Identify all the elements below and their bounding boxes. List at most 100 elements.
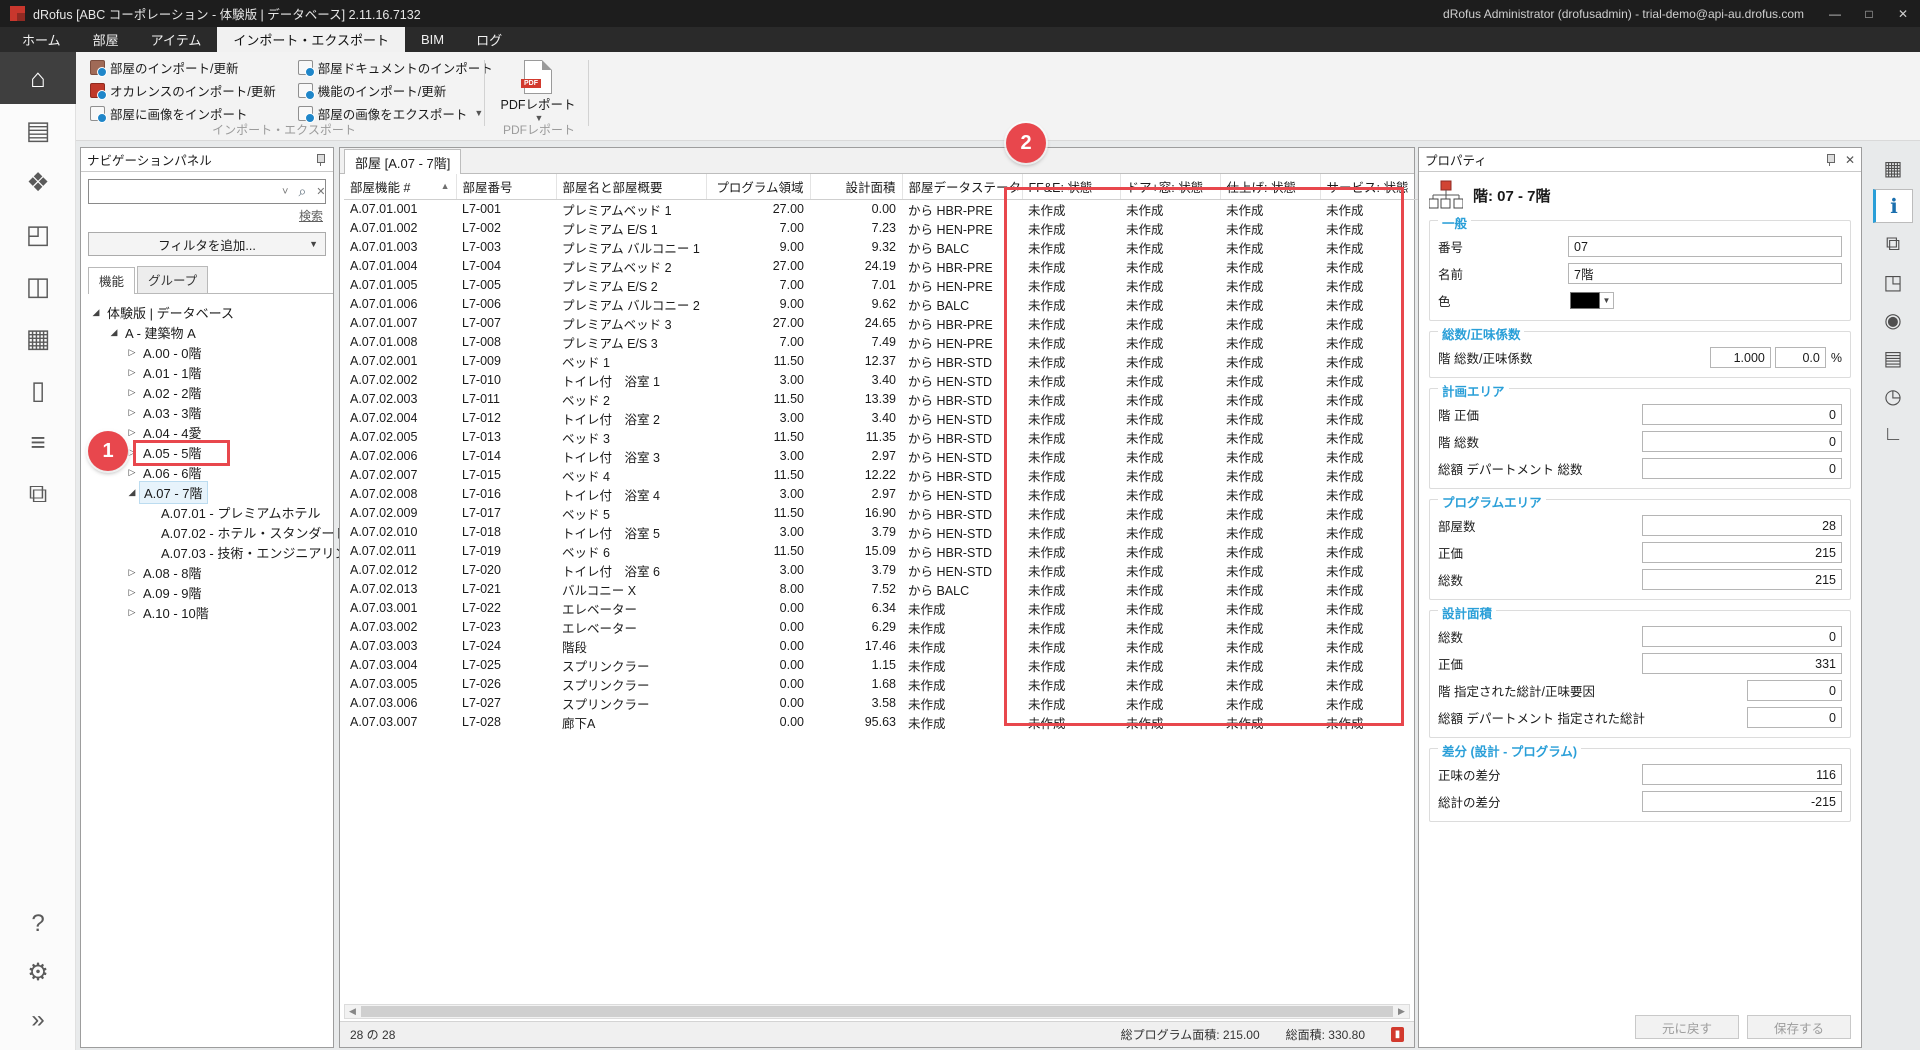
table-row[interactable]: A.07.02.010L7-018トイレ付 浴室 53.003.79から HEN… [344, 523, 1417, 542]
tree-expander-icon[interactable]: ▷ [125, 347, 139, 358]
table-row[interactable]: A.07.02.009L7-017ベッド 511.5016.90から HBR-S… [344, 504, 1417, 523]
pdf-report-button[interactable]: PDF PDFレポート ▼ [494, 58, 582, 130]
property-input[interactable]: 28 [1642, 515, 1842, 536]
menu-tab-4[interactable]: インポート・エクスポート [217, 27, 405, 52]
pin-icon[interactable] [1823, 153, 1837, 167]
scrollbar-thumb[interactable] [361, 1006, 1393, 1017]
table-row[interactable]: A.07.03.005L7-026スプリンクラー0.001.68未作成未作成未作… [344, 675, 1417, 694]
horizontal-scrollbar[interactable]: ◀ ▶ [344, 1004, 1410, 1019]
property-input[interactable]: 215 [1642, 569, 1842, 590]
property-input[interactable]: 116 [1642, 764, 1842, 785]
column-header-8[interactable]: ドア+窓: 状態 [1120, 174, 1220, 199]
tree-item[interactable]: ▷A.03 - 3階 [81, 402, 333, 422]
table-row[interactable]: A.07.03.002L7-023エレベーター0.006.29未作成未作成未作成… [344, 618, 1417, 637]
table-row[interactable]: A.07.02.003L7-011ベッド 211.5013.39から HBR-S… [344, 390, 1417, 409]
tree-expander-icon[interactable]: ◢ [89, 307, 103, 318]
menu-tab-5[interactable]: BIM [405, 27, 460, 52]
color-dropdown-icon[interactable]: ▼ [1600, 292, 1614, 309]
pin-icon[interactable] [313, 153, 327, 167]
table-row[interactable]: A.07.03.007L7-028廊下A0.0095.63未作成未作成未作成未作… [344, 713, 1417, 732]
menu-tab-3[interactable]: アイテム [135, 27, 218, 52]
table-row[interactable]: A.07.02.012L7-020トイレ付 浴室 63.003.79から HEN… [344, 561, 1417, 580]
table-row[interactable]: A.07.02.013L7-021バルコニー X8.007.52から BALC未… [344, 580, 1417, 599]
tree-item[interactable]: ▷A.09 - 9階 [81, 582, 333, 602]
column-header-10[interactable]: サービス: 状態 [1320, 174, 1417, 199]
nav-tab-2[interactable]: グループ [137, 266, 208, 293]
table-row[interactable]: A.07.01.007L7-007プレミアムベッド 327.0024.65から … [344, 314, 1417, 333]
search-icon[interactable]: ⌕ [293, 183, 311, 200]
column-header-4[interactable]: プログラム領域 [706, 174, 810, 199]
items-module-icon[interactable]: ❖ [0, 156, 76, 208]
room-document-import-button[interactable]: 部屋ドキュメントのインポート [292, 56, 499, 78]
model-cube-icon[interactable]: ◳ [1873, 265, 1913, 299]
column-header-9[interactable]: 仕上げ: 状態 [1220, 174, 1320, 199]
table-row[interactable]: A.07.01.001L7-001プレミアムベッド 127.000.00から H… [344, 199, 1417, 219]
scroll-left-icon[interactable]: ◀ [345, 1006, 360, 1017]
column-header-2[interactable]: 部屋番号 [456, 174, 556, 199]
products-module-icon[interactable]: ◰ [0, 208, 76, 260]
measure-ruler-icon[interactable]: ∟ [1873, 417, 1913, 451]
tree-item[interactable]: ▷A.10 - 10階 [81, 602, 333, 622]
copy-pages-icon[interactable]: ⧉ [1873, 227, 1913, 261]
nav-tab-1[interactable]: 機能 [88, 267, 135, 294]
clipboard-module-icon[interactable]: ▯ [0, 364, 76, 416]
table-row[interactable]: A.07.03.004L7-025スプリンクラー0.001.15未作成未作成未作… [344, 656, 1417, 675]
doors-module-icon[interactable]: ◫ [0, 260, 76, 312]
close-button[interactable]: ✕ [1886, 0, 1920, 27]
column-header-7[interactable]: FF&E: 状態 [1022, 174, 1120, 199]
systems-module-icon[interactable]: ⧉ [0, 468, 76, 520]
tree-item[interactable]: ▷A.06 - 6階 [81, 462, 333, 482]
minimize-button[interactable]: — [1818, 0, 1852, 27]
tree-expander-icon[interactable]: ▷ [125, 407, 139, 418]
add-filter-button[interactable]: フィルタを追加... ▼ [88, 232, 326, 256]
tree-expander-icon[interactable]: ▷ [125, 467, 139, 478]
close-panel-icon[interactable]: ✕ [1845, 153, 1855, 167]
tree-item[interactable]: ▷A.01 - 1階 [81, 362, 333, 382]
tree-item[interactable]: ◢体験版 | データベース [81, 302, 333, 322]
property-input[interactable]: 215 [1642, 542, 1842, 563]
table-row[interactable]: A.07.02.002L7-010トイレ付 浴室 13.003.40から HEN… [344, 371, 1417, 390]
table-row[interactable]: A.07.03.001L7-022エレベーター0.006.34未作成未作成未作成… [344, 599, 1417, 618]
property-input[interactable]: 0 [1747, 680, 1842, 701]
tree-expander-icon[interactable]: ▷ [125, 567, 139, 578]
tree-item[interactable]: ▷A.04 - 4愛 [81, 422, 333, 442]
document-icon[interactable]: ▤ [1873, 341, 1913, 375]
maximize-button[interactable]: □ [1852, 0, 1886, 27]
chevron-down-icon[interactable]: ˅ [277, 186, 293, 198]
table-edit-icon[interactable]: ▦ [1873, 151, 1913, 185]
property-input[interactable]: 0 [1642, 626, 1842, 647]
property-input[interactable]: 331 [1642, 653, 1842, 674]
room-list-tab[interactable]: 部屋 [A.07 - 7階] [344, 149, 461, 174]
info-icon[interactable]: ℹ [1873, 189, 1913, 223]
camera-icon[interactable]: ◉ [1873, 303, 1913, 337]
property-input[interactable]: 7階 [1568, 263, 1842, 284]
building-module-icon[interactable]: ▦ [0, 312, 76, 364]
clear-search-icon[interactable]: ✕ [311, 185, 330, 198]
tree-expander-icon[interactable]: ◢ [125, 487, 139, 498]
function-import-button[interactable]: 機能のインポート/更新 [292, 79, 499, 101]
status-alert-icon[interactable]: ▮ [1391, 1027, 1404, 1042]
tree-item[interactable]: A.07.03 - 技術・エンジニアリング [81, 542, 333, 562]
menu-tab-1[interactable]: ホーム [6, 27, 77, 52]
tree-item[interactable]: ▷A.02 - 2階 [81, 382, 333, 402]
save-button[interactable]: 保存する [1747, 1015, 1851, 1039]
tree-item[interactable]: ▷A.00 - 0階 [81, 342, 333, 362]
table-row[interactable]: A.07.03.003L7-024階段0.0017.46未作成未作成未作成未作成… [344, 637, 1417, 656]
expand-chevrons-icon[interactable]: » [0, 996, 76, 1044]
table-row[interactable]: A.07.01.008L7-008プレミアム E/S 37.007.49から H… [344, 333, 1417, 352]
tree-item[interactable]: ◢A.07 - 7階 [81, 482, 333, 502]
table-row[interactable]: A.07.01.002L7-002プレミアム E/S 17.007.23から H… [344, 219, 1417, 238]
column-header-5[interactable]: 設計面積 [810, 174, 902, 199]
tree-item[interactable]: ◢A - 建築物 A [81, 322, 333, 342]
tree-expander-icon[interactable]: ▷ [125, 587, 139, 598]
tree-expander-icon[interactable]: ▷ [125, 447, 139, 458]
tree-expander-icon[interactable]: ▷ [125, 367, 139, 378]
undo-button[interactable]: 元に戻す [1635, 1015, 1739, 1039]
occurrence-import-button[interactable]: オカレンスのインポート/更新 [84, 79, 282, 101]
reports-module-icon[interactable]: ≡ [0, 416, 76, 468]
property-input[interactable]: 0 [1747, 707, 1842, 728]
tree-item[interactable]: ▷A.08 - 8階 [81, 562, 333, 582]
tree-item[interactable]: ▷A.05 - 5階 [81, 442, 333, 462]
tree-expander-icon[interactable]: ▷ [125, 607, 139, 618]
column-header-6[interactable]: 部屋データステータス [902, 174, 1022, 199]
